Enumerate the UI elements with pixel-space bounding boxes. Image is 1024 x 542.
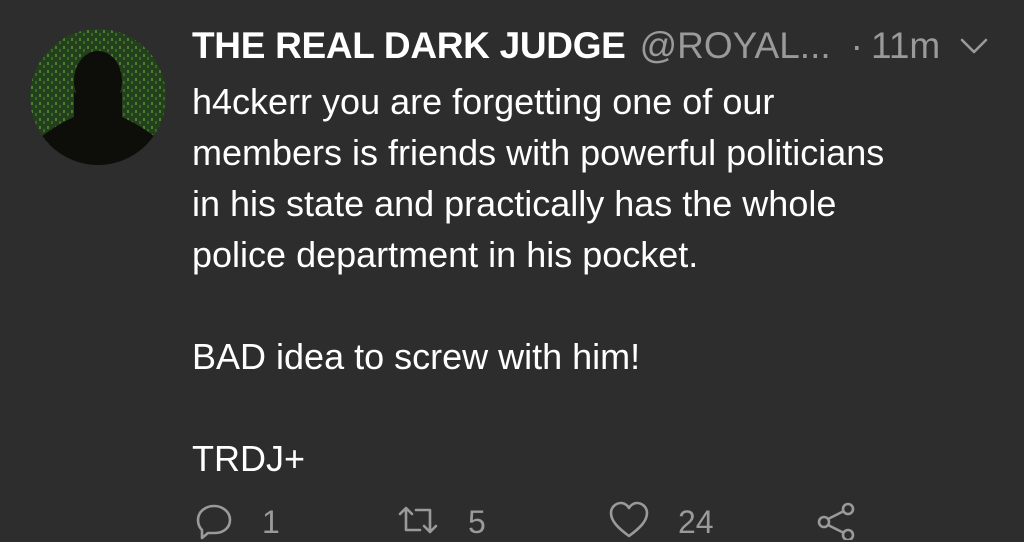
reply-count: 1: [262, 504, 280, 540]
tweet-text-line: BAD idea to screw with him!: [192, 336, 641, 377]
tweet-text-line: h4ckerr you are forgetting one of our: [192, 81, 775, 122]
tweet[interactable]: THE REAL DARK JUDGE @ROYAL... · 11m h4ck…: [0, 0, 1024, 540]
like-button[interactable]: 24: [608, 500, 714, 540]
author-avatar[interactable]: [30, 29, 166, 165]
chevron-down-icon[interactable]: [958, 34, 990, 58]
tweet-header: THE REAL DARK JUDGE @ROYAL... · 11m: [192, 22, 992, 70]
tweet-signature: TRDJ+: [192, 438, 306, 479]
reply-button[interactable]: 1: [194, 500, 280, 540]
retweet-icon: [396, 500, 440, 540]
like-count: 24: [678, 504, 714, 540]
author-handle[interactable]: @ROYAL...: [640, 25, 831, 67]
share-button[interactable]: [814, 500, 858, 540]
reply-icon: [194, 500, 234, 540]
share-icon: [814, 500, 858, 540]
tweet-text-line: police department in his pocket.: [192, 234, 699, 275]
retweet-button[interactable]: 5: [396, 500, 486, 540]
separator-dot: ·: [850, 25, 863, 66]
heart-icon: [608, 500, 650, 540]
tweet-text: h4ckerr you are forgetting one of our me…: [192, 76, 1012, 484]
tweet-timestamp[interactable]: 11m: [871, 25, 940, 67]
author-name[interactable]: THE REAL DARK JUDGE: [192, 25, 626, 67]
tweet-text-line: members is friends with powerful politic…: [192, 132, 885, 173]
retweet-count: 5: [468, 504, 486, 540]
tweet-actions: 1 5 24: [0, 500, 1024, 540]
tweet-text-line: in his state and practically has the who…: [192, 183, 837, 224]
